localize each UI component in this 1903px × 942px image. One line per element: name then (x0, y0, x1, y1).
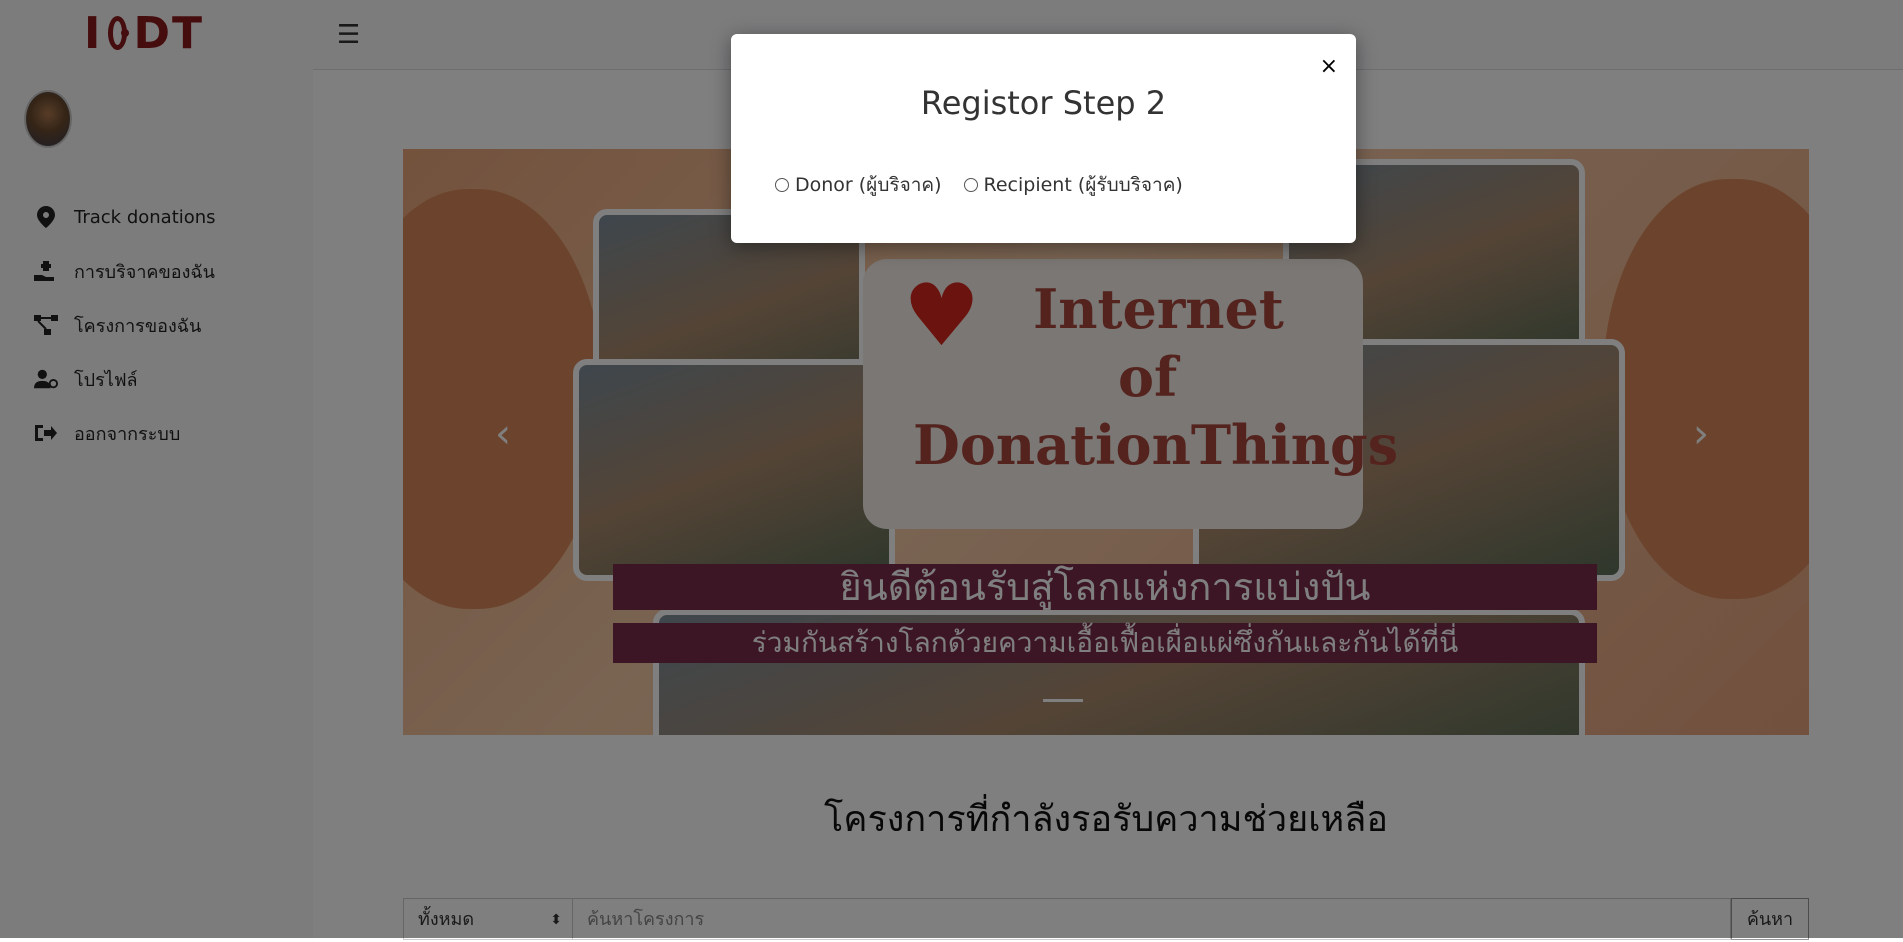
donor-radio[interactable] (775, 178, 789, 192)
modal-title: Registor Step 2 (920, 84, 1167, 122)
recipient-option[interactable]: Recipient (ผู้รับบริจาค) (963, 170, 1183, 200)
close-icon[interactable]: × (1320, 54, 1338, 79)
role-radio-group: Donor (ผู้บริจาค) Recipient (ผู้รับบริจา… (775, 170, 1205, 200)
donor-label: Donor (ผู้บริจาค) (795, 174, 942, 196)
recipient-radio[interactable] (963, 178, 978, 192)
recipient-label: Recipient (ผู้รับบริจาค) (983, 174, 1183, 196)
register-step2-modal: × Registor Step 2 Donor (ผู้บริจาค) Reci… (731, 34, 1356, 243)
donor-option[interactable]: Donor (ผู้บริจาค) (775, 170, 942, 200)
